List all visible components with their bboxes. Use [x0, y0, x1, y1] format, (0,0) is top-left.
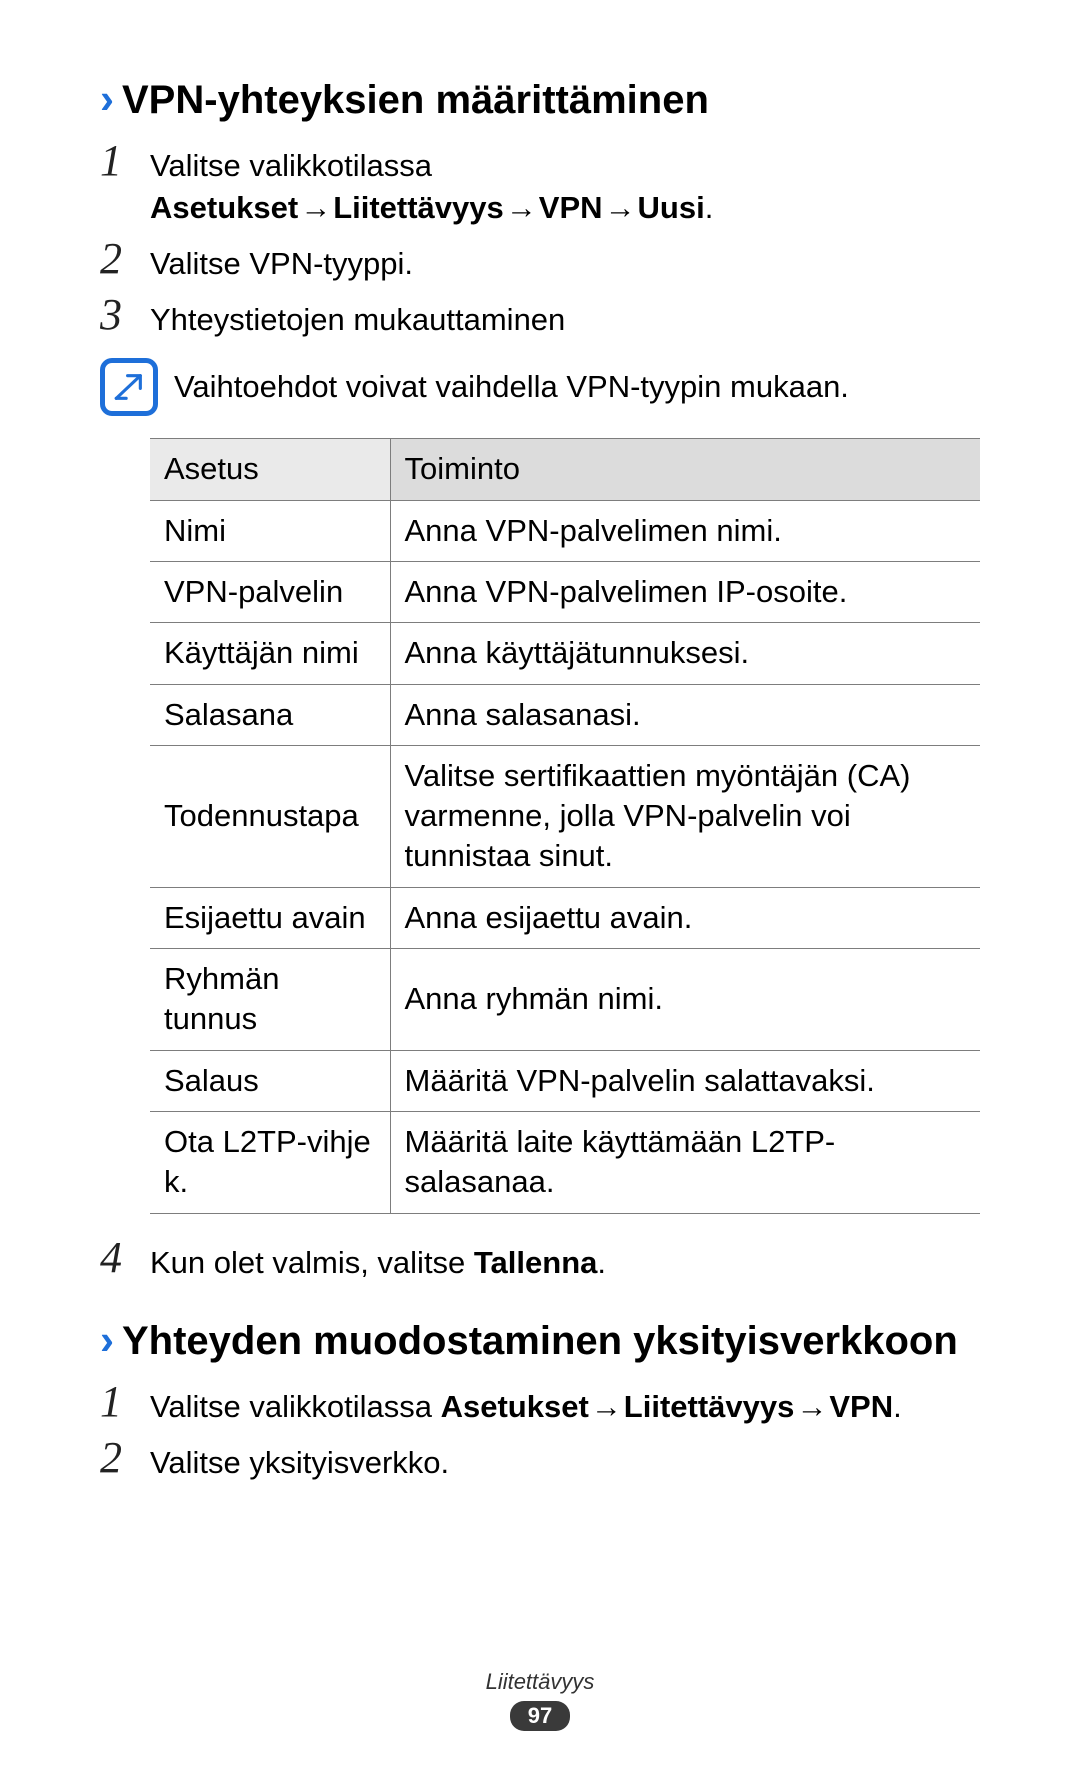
cell-function: Valitse sertifikaattien myöntäjän (CA) v…	[390, 745, 980, 887]
note-icon	[100, 358, 158, 416]
col-header-function: Toiminto	[390, 439, 980, 500]
table-header-row: Asetus Toiminto	[150, 439, 980, 500]
cell-function: Anna VPN-palvelimen IP-osoite.	[390, 561, 980, 622]
menu-path-vpn: VPN	[829, 1389, 893, 1424]
step-number: 1	[100, 137, 150, 185]
menu-path-uusi: Uusi	[638, 190, 705, 225]
document-page: › VPN-yhteyksien määrittäminen 1 Valitse…	[0, 0, 1080, 1771]
cell-function: Määritä VPN-palvelin salattavaksi.	[390, 1050, 980, 1111]
cell-function: Anna ryhmän nimi.	[390, 949, 980, 1051]
page-footer: Liitettävyys 97	[0, 1669, 1080, 1731]
table-body: NimiAnna VPN-palvelimen nimi. VPN-palvel…	[150, 500, 980, 1213]
step-number: 3	[100, 291, 150, 339]
step-body: Valitse valikkotilassa Asetukset→Liitett…	[150, 1378, 980, 1428]
step-4: 4 Kun olet valmis, valitse Tallenna.	[100, 1234, 980, 1284]
arrow-icon: →	[589, 1389, 624, 1424]
cell-function: Anna salasanasi.	[390, 684, 980, 745]
heading-text: VPN-yhteyksien määrittäminen	[122, 78, 709, 123]
step-number: 2	[100, 235, 150, 283]
table-row: SalausMääritä VPN-palvelin salattavaksi.	[150, 1050, 980, 1111]
step-body: Kun olet valmis, valitse Tallenna.	[150, 1234, 980, 1284]
table-row: VPN-palvelinAnna VPN-palvelimen IP-osoit…	[150, 561, 980, 622]
heading-text: Yhteyden muodostaminen yksityisverkkoon	[122, 1319, 958, 1364]
cell-function: Määritä laite käyttämään L2TP-salasanaa.	[390, 1111, 980, 1213]
text: Valitse valikkotilassa	[150, 1389, 441, 1424]
cell-setting: Todennustapa	[150, 745, 390, 887]
cell-setting: VPN-palvelin	[150, 561, 390, 622]
step-2b: 2 Valitse yksityisverkko.	[100, 1434, 980, 1484]
cell-setting: Nimi	[150, 500, 390, 561]
menu-path-liitettavyys: Liitettävyys	[624, 1389, 795, 1424]
table-row: TodennustapaValitse sertifikaattien myön…	[150, 745, 980, 887]
step-body: Yhteystietojen mukauttaminen	[150, 291, 980, 341]
cell-function: Anna VPN-palvelimen nimi.	[390, 500, 980, 561]
arrow-icon: →	[603, 190, 638, 225]
cell-setting: Käyttäjän nimi	[150, 623, 390, 684]
footer-section-label: Liitettävyys	[0, 1669, 1080, 1695]
page-number-badge: 97	[510, 1701, 570, 1731]
step-2: 2 Valitse VPN-tyyppi.	[100, 235, 980, 285]
arrow-icon: →	[504, 190, 539, 225]
table-row: SalasanaAnna salasanasi.	[150, 684, 980, 745]
cell-function: Anna käyttäjätunnuksesi.	[390, 623, 980, 684]
table-row: Käyttäjän nimiAnna käyttäjätunnuksesi.	[150, 623, 980, 684]
cell-setting: Ota L2TP-vihje k.	[150, 1111, 390, 1213]
note-text: Vaihtoehdot voivat vaihdella VPN-tyypin …	[174, 369, 849, 405]
text: Valitse valikkotilassa	[150, 148, 432, 183]
table-row: Esijaettu avainAnna esijaettu avain.	[150, 887, 980, 948]
text: Kun olet valmis, valitse	[150, 1245, 474, 1280]
cell-setting: Ryhmän tunnus	[150, 949, 390, 1051]
action-tallenna: Tallenna	[474, 1245, 597, 1280]
table-row: Ota L2TP-vihje k.Määritä laite käyttämää…	[150, 1111, 980, 1213]
step-number: 4	[100, 1234, 150, 1282]
cell-function: Anna esijaettu avain.	[390, 887, 980, 948]
text: .	[705, 190, 714, 225]
text: .	[597, 1245, 606, 1280]
cell-setting: Salaus	[150, 1050, 390, 1111]
cell-setting: Esijaettu avain	[150, 887, 390, 948]
step-body: Valitse valikkotilassa Asetukset→Liitett…	[150, 137, 980, 229]
step-1: 1 Valitse valikkotilassa Asetukset→Liite…	[100, 137, 980, 229]
chevron-icon: ›	[100, 78, 114, 120]
settings-table: Asetus Toiminto NimiAnna VPN-palvelimen …	[150, 438, 980, 1213]
table-row: NimiAnna VPN-palvelimen nimi.	[150, 500, 980, 561]
menu-path-liitettavyys: Liitettävyys	[333, 190, 504, 225]
step-1b: 1 Valitse valikkotilassa Asetukset→Liite…	[100, 1378, 980, 1428]
menu-path-vpn: VPN	[539, 190, 603, 225]
step-number: 2	[100, 1434, 150, 1482]
info-note: Vaihtoehdot voivat vaihdella VPN-tyypin …	[100, 358, 980, 416]
menu-path-asetukset: Asetukset	[441, 1389, 589, 1424]
step-number: 1	[100, 1378, 150, 1426]
step-body: Valitse VPN-tyyppi.	[150, 235, 980, 285]
section-heading-vpn-setup: › VPN-yhteyksien määrittäminen	[100, 78, 980, 123]
arrow-icon: →	[298, 190, 333, 225]
step-body: Valitse yksityisverkko.	[150, 1434, 980, 1484]
col-header-setting: Asetus	[150, 439, 390, 500]
section-heading-connect-private: › Yhteyden muodostaminen yksityisverkkoo…	[100, 1319, 980, 1364]
chevron-icon: ›	[100, 1319, 114, 1361]
step-3: 3 Yhteystietojen mukauttaminen	[100, 291, 980, 341]
text: .	[893, 1389, 902, 1424]
cell-setting: Salasana	[150, 684, 390, 745]
arrow-icon: →	[794, 1389, 829, 1424]
table-row: Ryhmän tunnusAnna ryhmän nimi.	[150, 949, 980, 1051]
menu-path-asetukset: Asetukset	[150, 190, 298, 225]
